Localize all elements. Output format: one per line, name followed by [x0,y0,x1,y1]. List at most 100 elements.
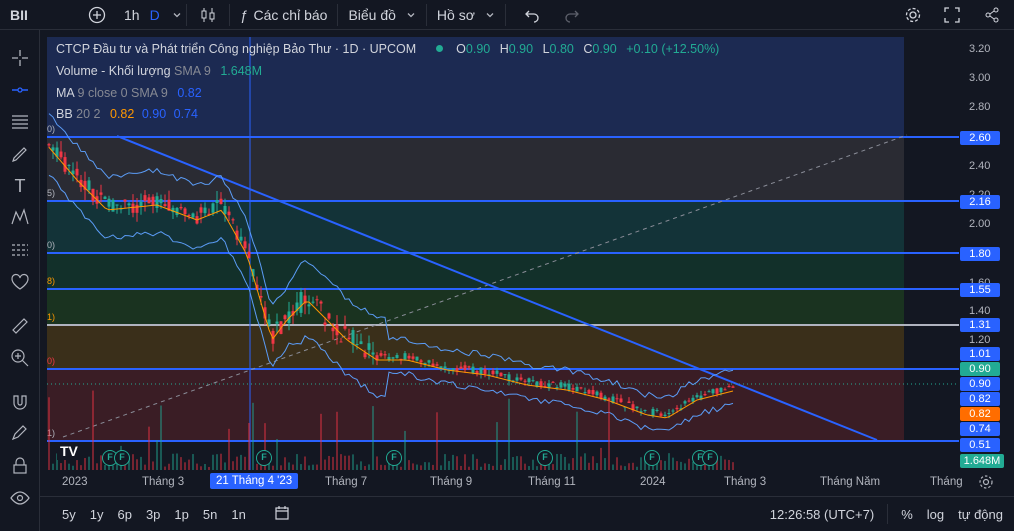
candle-body [499,372,503,377]
interval-1h[interactable]: 1h [116,0,148,30]
candle-body [387,357,391,360]
prediction-tool[interactable] [8,238,32,262]
candle-body [87,180,91,190]
indicators-button[interactable]: ƒ Các chỉ báo [230,0,338,30]
candle-body [483,369,487,374]
candle-body [391,357,395,359]
bottom-toolbar: 5y 1y 6p 3p 1p 5n 1n 12:26:58 (UTC+7) % … [40,496,1014,531]
range-1y[interactable]: 1y [83,507,111,522]
earnings-marker[interactable]: F [386,450,402,466]
fullscreen-button[interactable] [930,0,974,30]
trendline-tool[interactable] [8,78,32,102]
volume-bar [132,454,134,470]
volume-bar [60,463,62,470]
high-value: 0.90 [508,42,534,56]
candle-body [67,164,71,166]
symbol-search[interactable]: BII [0,0,88,30]
candle-body [683,401,687,404]
volume-bar [580,456,582,470]
fib-price-label: 1.31 [960,318,1000,332]
clock[interactable]: 12:26:58 (UTC+7) [763,507,881,522]
volume-bar [424,462,426,470]
time-tick: Tháng 3 [724,476,767,488]
bb-lower-band [48,174,734,431]
zoom-tool[interactable] [8,346,32,370]
volume-bar [664,460,666,470]
range-1m[interactable]: 1p [167,507,195,522]
candle-body [615,398,619,400]
candle-body [163,204,167,206]
range-1d[interactable]: 1n [224,507,252,522]
profile-menu-button[interactable]: Hồ sơ [427,0,505,30]
volume-bar [496,422,498,470]
interval-dropdown[interactable] [168,0,186,30]
log-toggle[interactable]: log [920,507,951,522]
candle-body [247,251,251,258]
chart-menu-button[interactable]: Biểu đồ [338,0,425,30]
volume-bar [556,453,558,470]
draw-mode-tool[interactable] [8,422,32,446]
magnet-icon [13,395,27,410]
chart-type-button[interactable] [187,0,229,30]
candle-body [703,394,707,396]
fib-tool[interactable] [8,110,32,134]
interval-d[interactable]: D [148,0,168,30]
candle-body [723,389,727,391]
percent-toggle[interactable]: % [894,507,920,522]
prediction-icon [12,244,28,256]
fib-retracement-icon [12,115,28,129]
candle-body [695,395,699,398]
share-button[interactable] [974,0,1014,30]
range-5y[interactable]: 5y [55,507,83,522]
trendline[interactable] [116,135,878,441]
visibility-tool[interactable] [8,486,32,510]
earnings-marker[interactable]: F [114,450,130,466]
volume-bar [448,461,450,470]
calendar-icon [275,505,289,520]
magnet-tool[interactable] [8,390,32,414]
crosshair-tool[interactable] [8,46,32,70]
time-scale[interactable]: 2023 Tháng 3 21 Tháng 4 '23 Tháng 7 Thán… [47,470,963,494]
range-3m[interactable]: 3p [139,507,167,522]
pattern-tool[interactable] [8,206,32,230]
earnings-marker[interactable]: F [537,450,553,466]
lock-tool[interactable] [8,454,32,478]
ruler-tool[interactable] [8,314,32,338]
chart-pane[interactable]: 0) 5) 0) 8) 1) 0) 1) F F F F F F F F TV [47,37,959,470]
candle-body [579,387,583,389]
volume-legend[interactable]: Volume - Khối lượng SMA 9 1.648M [56,64,262,78]
symbol-title[interactable]: CTCP Đầu tư và Phát triển Công nghiệp Bả… [56,42,416,56]
goto-date-button[interactable] [267,505,297,524]
ma-legend[interactable]: MA 9 close 0 SMA 9 0.82 [56,86,202,100]
candle-body [523,380,527,382]
settings-button[interactable] [896,0,930,30]
time-tick: Tháng 7 [325,476,368,488]
time-scale-settings-button[interactable] [978,474,994,493]
volume-bar [148,426,150,470]
auto-toggle[interactable]: tự động [951,507,1010,522]
time-tick: Tháng Năm [820,476,881,488]
price-tick: 2.00 [969,218,991,230]
range-5d[interactable]: 5n [196,507,224,522]
favorites-tool[interactable] [8,270,32,294]
undo-button[interactable] [506,0,552,30]
volume-bar [436,412,438,470]
tradingview-logo[interactable]: TV [57,442,81,460]
bb-legend[interactable]: BB 20 2 0.82 0.90 0.74 [56,107,198,121]
earnings-marker[interactable]: F [256,450,272,466]
price-tick: 3.20 [969,43,991,55]
earnings-marker[interactable]: F [644,450,660,466]
ma-label: MA [56,86,75,100]
price-scale[interactable]: 3.20 3.00 2.80 2.40 2.20 2.00 1.60 1.40 … [959,37,1014,470]
volume-bar [276,439,278,470]
candle-body [379,353,383,356]
earnings-marker[interactable]: F [702,450,718,466]
brush-tool[interactable] [8,142,32,166]
ma-line [48,147,734,419]
redo-button[interactable] [552,0,592,30]
text-tool[interactable]: T [8,174,32,198]
range-6m[interactable]: 6p [110,507,138,522]
candle-body [311,301,315,303]
add-symbol-button[interactable] [88,0,116,30]
volume-bar [584,453,586,470]
